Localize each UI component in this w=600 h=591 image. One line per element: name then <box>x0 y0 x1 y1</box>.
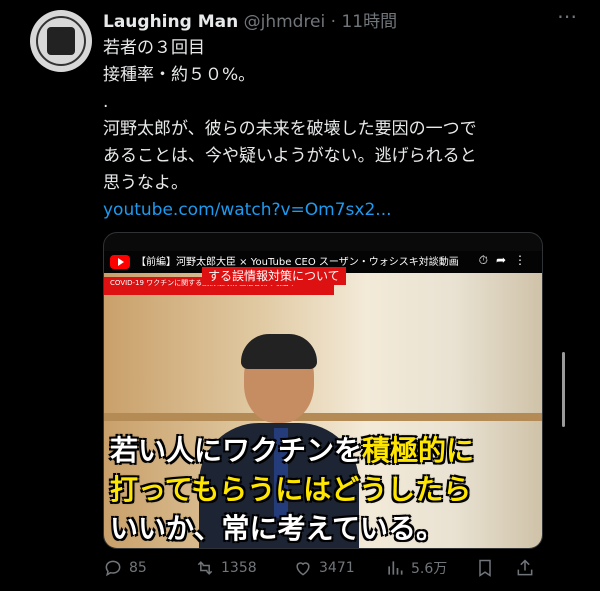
heart-icon <box>296 562 310 576</box>
reply-count: 85 <box>129 560 147 576</box>
caption-line-3: いいか、常に考えている。 <box>110 512 445 545</box>
author-handle[interactable]: @jhmdrei <box>244 12 326 32</box>
topic-banner: する誤情報対策について <box>202 267 346 285</box>
tweet-line: あることは、今や疑いようがない。逃げられると <box>103 146 477 166</box>
like-button[interactable]: 3471 <box>293 558 355 578</box>
retweet-icon <box>197 561 213 575</box>
tweet-line: 河野太郎が、彼らの未来を破壊した要因の一つで <box>103 119 477 139</box>
youtube-link[interactable]: youtube.com/watch?v=Om7sx2... <box>103 197 563 224</box>
tweet-text: 若者の３回目 接種率・約５０%。 . 河野太郎が、彼らの未来を破壊した要因の一つ… <box>103 35 563 224</box>
bookmark-icon <box>479 559 491 577</box>
reply-icon <box>105 560 121 577</box>
views-chart-icon <box>388 561 403 575</box>
bookmark-button[interactable] <box>475 558 495 578</box>
tweet-line: 若者の３回目 <box>103 38 205 58</box>
views-button[interactable]: 5.6万 <box>385 558 447 578</box>
youtube-logo-icon <box>110 255 130 269</box>
video-title[interactable]: 【前編】河野太郎大臣 × YouTube CEO スーザン・ウォシスキ対談動画 <box>136 253 459 268</box>
caption-line-1: 若い人にワクチンを積極的に <box>110 434 475 467</box>
views-count: 5.6万 <box>411 561 448 577</box>
video-card[interactable]: 【前編】河野太郎大臣 × YouTube CEO スーザン・ウォシスキ対談動画 … <box>103 232 543 549</box>
tweet-line: . <box>103 92 109 112</box>
retweet-count: 1358 <box>221 560 257 576</box>
tweet-time[interactable]: · 11時間 <box>325 12 397 32</box>
caption-line-2: 打ってもらうにはどうしたら <box>110 473 472 506</box>
share-button[interactable] <box>515 558 535 578</box>
reply-button[interactable]: 85 <box>103 558 147 578</box>
author-name[interactable]: Laughing Man <box>103 12 238 32</box>
tweet-actions: 85 1358 3471 5.6万 <box>103 558 543 582</box>
retweet-button[interactable]: 1358 <box>195 558 257 578</box>
like-count: 3471 <box>319 560 355 576</box>
share-icon <box>517 559 533 576</box>
video-menu-icons[interactable]: ⏱➦⋮ <box>479 253 534 268</box>
tweet-line: 接種率・約５０%。 <box>103 65 256 85</box>
scrollbar[interactable] <box>562 352 565 427</box>
tweet-line: 思うなよ。 <box>103 173 188 193</box>
avatar[interactable] <box>30 10 92 72</box>
tweet-header: Laughing Man @jhmdrei · 11時間 <box>103 7 397 32</box>
more-options-icon[interactable]: ⋯ <box>557 4 578 28</box>
